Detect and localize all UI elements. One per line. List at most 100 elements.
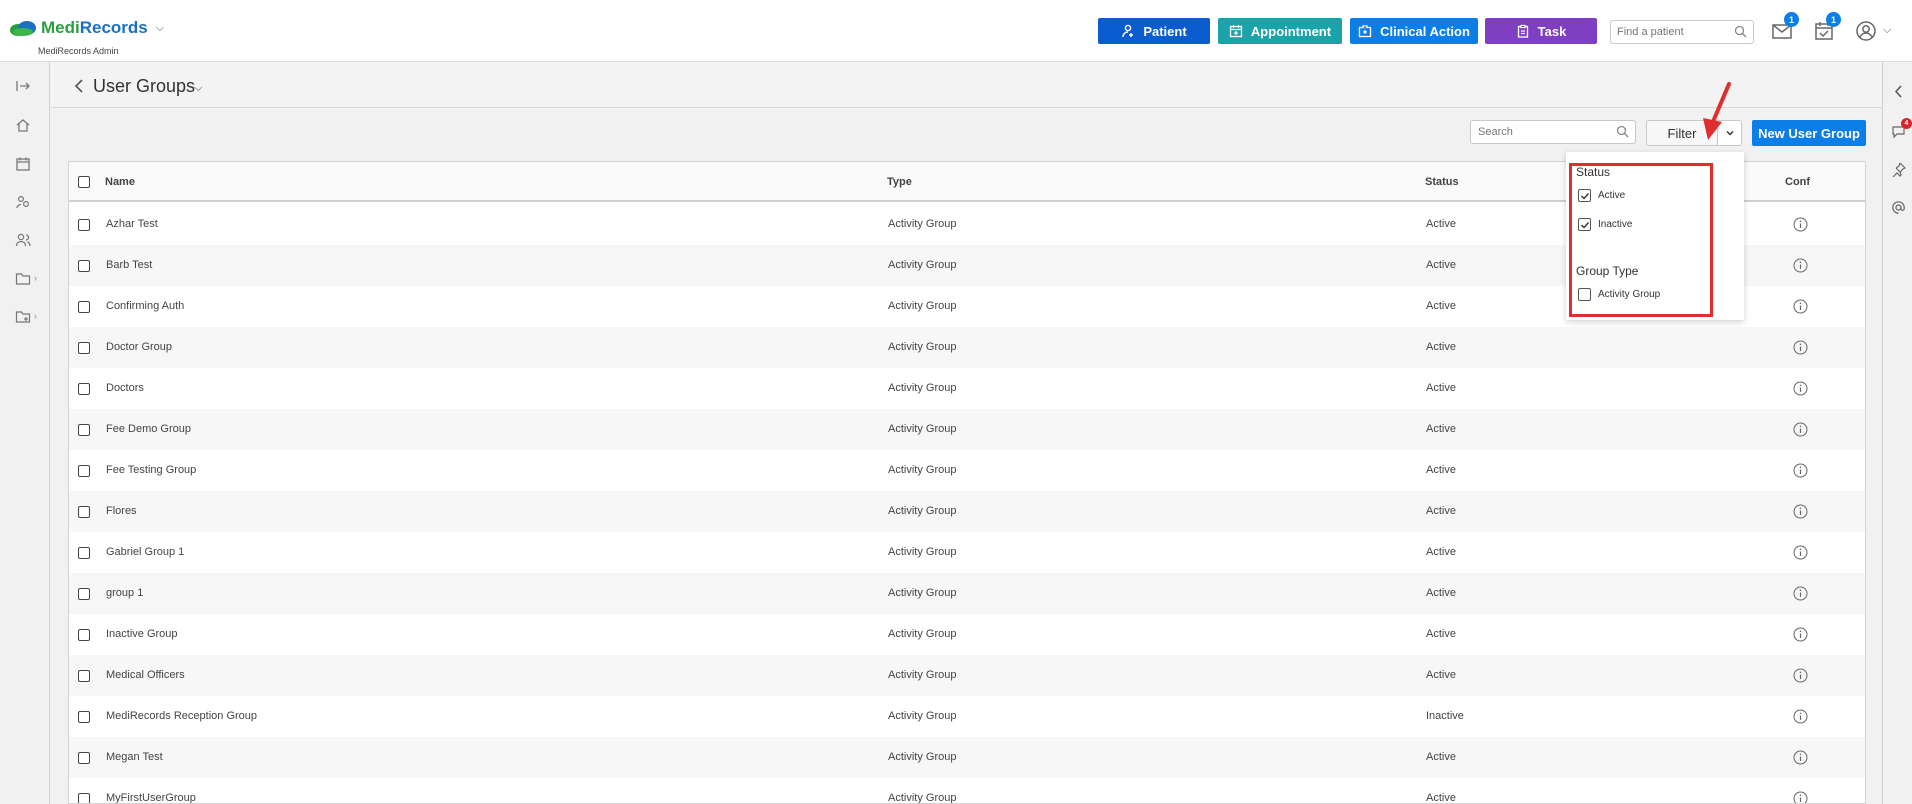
brand-logo[interactable]: MediRecords ⌵ [8,18,164,38]
row-checkbox[interactable] [78,629,90,641]
row-checkbox[interactable] [78,670,90,682]
chevron-down-icon[interactable]: ⌵ [194,82,202,95]
column-header-name[interactable]: Name [105,176,135,188]
new-user-group-button[interactable]: New User Group [1752,120,1866,146]
info-icon[interactable] [1793,750,1808,765]
cell-name[interactable]: Azhar Test [106,218,158,230]
info-icon[interactable] [1793,791,1808,804]
cell-name[interactable]: MyFirstUserGroup [106,792,196,803]
collapse-panel-icon[interactable] [1891,84,1906,99]
filter-option-active[interactable]: Active [1578,189,1625,202]
row-checkbox[interactable] [78,219,90,231]
select-all-checkbox[interactable] [78,176,90,188]
cell-name[interactable]: Gabriel Group 1 [106,546,184,558]
chevron-right-icon[interactable]: › [34,311,37,321]
table-search-input[interactable] [1471,121,1611,143]
column-header-type[interactable]: Type [887,176,912,188]
filter-dropdown-toggle[interactable] [1718,120,1742,146]
info-icon[interactable] [1793,299,1808,314]
chevron-right-icon[interactable]: › [34,273,37,283]
info-icon[interactable] [1793,340,1808,355]
info-icon[interactable] [1793,381,1808,396]
table-row[interactable]: Doctors Activity Group Active [69,368,1865,409]
home-icon[interactable] [15,117,31,133]
cell-name[interactable]: Doctors [106,382,144,394]
tasks-button[interactable]: 1 [1813,12,1841,42]
expand-sidebar-icon[interactable] [15,78,31,94]
chevron-down-icon[interactable]: ⌵ [1883,24,1891,37]
row-checkbox[interactable] [78,547,90,559]
patient-button[interactable]: Patient [1098,18,1210,44]
info-icon[interactable] [1793,422,1808,437]
cell-name[interactable]: Doctor Group [106,341,172,353]
info-icon[interactable] [1793,627,1808,642]
row-checkbox[interactable] [78,260,90,272]
at-sign-icon[interactable] [1891,200,1906,215]
messages-button[interactable]: 1 [1771,12,1799,42]
table-row[interactable]: Doctor Group Activity Group Active [69,327,1865,368]
row-checkbox[interactable] [78,301,90,313]
table-row[interactable]: Fee Testing Group Activity Group Active [69,450,1865,491]
folder-add-icon[interactable] [15,308,31,324]
cell-name[interactable]: Flores [106,505,137,517]
filter-option-inactive[interactable]: Inactive [1578,218,1632,231]
row-checkbox[interactable] [78,506,90,518]
table-search-field[interactable] [1470,120,1636,144]
clinical-action-button[interactable]: Clinical Action [1350,18,1478,44]
users-icon[interactable] [15,232,31,248]
cell-name[interactable]: Inactive Group [106,628,178,640]
info-icon[interactable] [1793,504,1808,519]
inactive-checkbox[interactable] [1578,218,1591,231]
row-checkbox[interactable] [78,588,90,600]
row-checkbox[interactable] [78,342,90,354]
active-checkbox[interactable] [1578,189,1591,202]
table-row[interactable]: Inactive Group Activity Group Active [69,614,1865,655]
row-checkbox[interactable] [78,383,90,395]
info-icon[interactable] [1793,463,1808,478]
filter-button[interactable]: Filter [1646,120,1718,146]
activity-group-checkbox[interactable] [1578,288,1591,301]
find-patient-input[interactable] [1611,21,1729,43]
row-checkbox[interactable] [78,793,90,803]
table-row[interactable]: group 1 Activity Group Active [69,573,1865,614]
row-checkbox[interactable] [78,711,90,723]
table-row[interactable]: Medical Officers Activity Group Active [69,655,1865,696]
cell-name[interactable]: MediRecords Reception Group [106,710,257,722]
cell-name[interactable]: group 1 [106,587,143,599]
find-patient-field[interactable] [1610,20,1754,44]
calendar-icon[interactable] [15,156,31,172]
row-checkbox[interactable] [78,752,90,764]
info-icon[interactable] [1793,258,1808,273]
table-row[interactable]: Fee Demo Group Activity Group Active [69,409,1865,450]
info-icon[interactable] [1793,668,1808,683]
cell-name[interactable]: Medical Officers [106,669,185,681]
row-checkbox[interactable] [78,465,90,477]
cell-name[interactable]: Fee Testing Group [106,464,196,476]
pin-icon[interactable] [1891,162,1906,177]
user-menu-button[interactable] [1855,20,1877,42]
cell-name[interactable]: Megan Test [106,751,163,763]
info-icon[interactable] [1793,217,1808,232]
info-icon[interactable] [1793,545,1808,560]
task-button[interactable]: Task [1485,18,1597,44]
cell-name[interactable]: Barb Test [106,259,152,271]
info-icon[interactable] [1793,586,1808,601]
folder-icon[interactable] [15,270,31,286]
cell-name[interactable]: Fee Demo Group [106,423,191,435]
chevron-down-icon[interactable]: ⌵ [156,22,164,35]
table-row[interactable]: Megan Test Activity Group Active [69,737,1865,778]
table-row[interactable]: MediRecords Reception Group Activity Grou… [69,696,1865,737]
cell-name[interactable]: Confirming Auth [106,300,184,312]
back-chevron-icon[interactable] [73,78,85,94]
column-header-status[interactable]: Status [1425,176,1459,188]
appointment-button[interactable]: Appointment [1218,18,1342,44]
table-row[interactable]: Gabriel Group 1 Activity Group Active [69,532,1865,573]
table-row[interactable]: Flores Activity Group Active [69,491,1865,532]
search-icon[interactable] [1734,25,1747,38]
column-header-conf[interactable]: Conf [1785,176,1810,188]
page-title[interactable]: User Groups [93,76,195,97]
filter-option-activity-group[interactable]: Activity Group [1578,288,1660,301]
search-icon[interactable] [1616,125,1629,138]
patients-icon[interactable] [15,194,31,210]
info-icon[interactable] [1793,709,1808,724]
